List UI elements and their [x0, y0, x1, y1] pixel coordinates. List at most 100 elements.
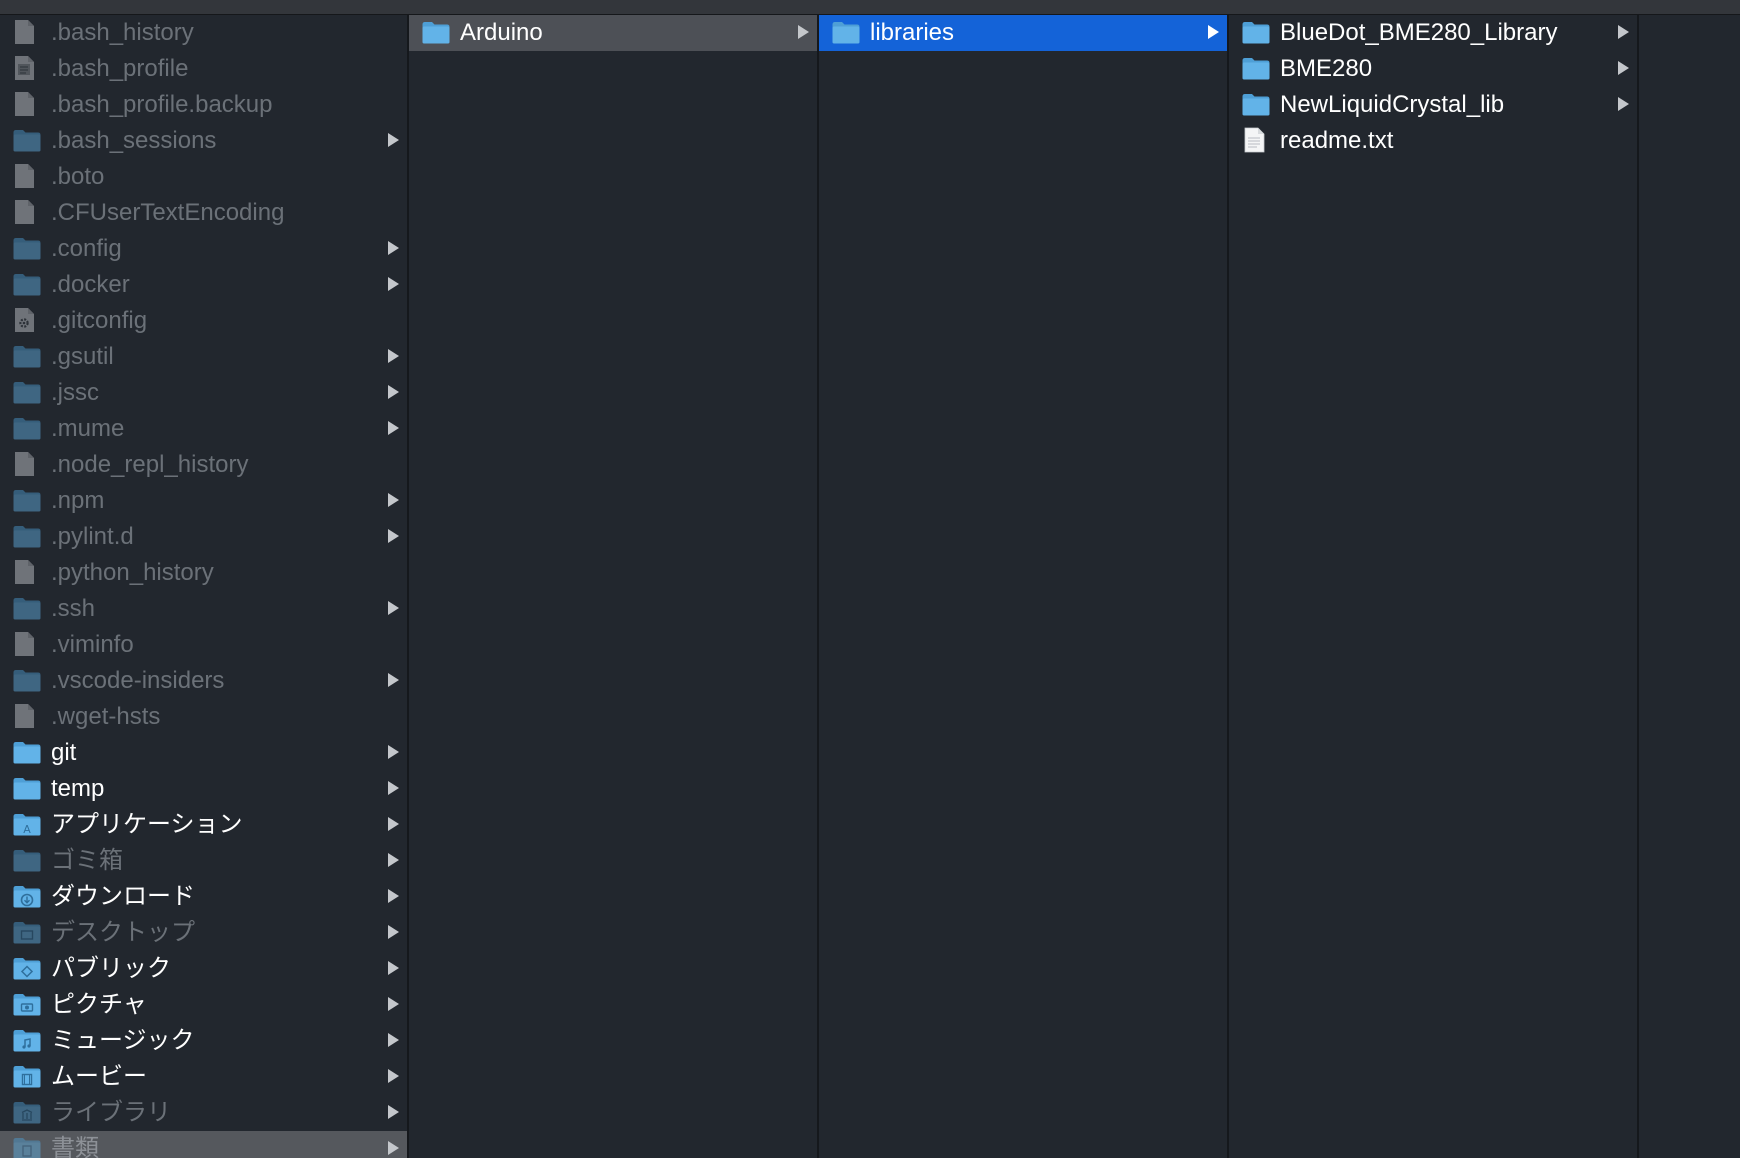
file-row[interactable]: .gitconfig — [0, 303, 407, 339]
folder-row[interactable]: .npm — [0, 483, 407, 519]
folder-row[interactable]: デスクトップ — [0, 915, 407, 951]
disclosure-arrow-icon[interactable] — [388, 997, 399, 1011]
folder-icon — [12, 667, 42, 693]
item-name: .bash_profile.backup — [51, 91, 273, 118]
disclosure-arrow-icon[interactable] — [1208, 25, 1219, 39]
item-name: libraries — [870, 19, 955, 46]
disclosure-arrow-icon[interactable] — [388, 1069, 399, 1083]
item-name: NewLiquidCrystal_lib — [1280, 91, 1505, 118]
disclosure-arrow-icon[interactable] — [388, 1105, 399, 1119]
disclosure-arrow-icon[interactable] — [388, 745, 399, 759]
folder-row[interactable]: git — [0, 735, 407, 771]
item-name: ダウンロード — [51, 883, 195, 910]
item-name: .bash_profile — [51, 55, 189, 82]
folder-row[interactable]: libraries — [819, 15, 1227, 51]
folder-icon — [12, 919, 42, 945]
item-name: ゴミ箱 — [51, 847, 123, 874]
folder-row[interactable]: ムービー — [0, 1059, 407, 1095]
item-name: .CFUserTextEncoding — [51, 199, 285, 226]
item-name: Arduino — [460, 19, 543, 46]
folder-icon — [12, 1099, 42, 1125]
folder-row[interactable]: 書類 — [0, 1131, 407, 1158]
folder-icon — [831, 19, 861, 45]
disclosure-arrow-icon[interactable] — [388, 817, 399, 831]
file-row[interactable]: .node_repl_history — [0, 447, 407, 483]
file-row[interactable]: .python_history — [0, 555, 407, 591]
disclosure-arrow-icon[interactable] — [388, 133, 399, 147]
folder-icon: A — [12, 811, 42, 837]
document-icon — [12, 55, 42, 81]
folder-row[interactable]: .mume — [0, 411, 407, 447]
folder-icon — [12, 1135, 42, 1158]
disclosure-arrow-icon[interactable] — [388, 1033, 399, 1047]
folder-icon — [12, 739, 42, 765]
folder-row[interactable]: BlueDot_BME280_Library — [1229, 15, 1637, 51]
folder-icon — [12, 415, 42, 441]
file-row[interactable]: .viminfo — [0, 627, 407, 663]
disclosure-arrow-icon[interactable] — [388, 889, 399, 903]
disclosure-arrow-icon[interactable] — [1618, 61, 1629, 75]
column-libraries[interactable]: BlueDot_BME280_Library BME280 NewLiquidCry… — [1229, 15, 1637, 1158]
disclosure-arrow-icon[interactable] — [388, 853, 399, 867]
disclosure-arrow-icon[interactable] — [388, 925, 399, 939]
folder-row[interactable]: ミュージック — [0, 1023, 407, 1059]
folder-row[interactable]: BME280 — [1229, 51, 1637, 87]
folder-icon — [421, 19, 451, 45]
document-icon — [12, 451, 42, 477]
folder-row[interactable]: ダウンロード — [0, 879, 407, 915]
disclosure-arrow-icon[interactable] — [388, 961, 399, 975]
file-row[interactable]: readme.txt — [1229, 123, 1637, 159]
item-name: .wget-hsts — [51, 703, 161, 730]
disclosure-arrow-icon[interactable] — [388, 781, 399, 795]
disclosure-arrow-icon[interactable] — [388, 529, 399, 543]
item-name: .bash_sessions — [51, 127, 217, 154]
disclosure-arrow-icon[interactable] — [388, 1141, 399, 1155]
item-name: .node_repl_history — [51, 451, 249, 478]
folder-row[interactable]: .config — [0, 231, 407, 267]
folder-row[interactable]: A アプリケーション — [0, 807, 407, 843]
disclosure-arrow-icon[interactable] — [388, 349, 399, 363]
folder-row[interactable]: .jssc — [0, 375, 407, 411]
folder-row[interactable]: .ssh — [0, 591, 407, 627]
item-name: .npm — [51, 487, 105, 514]
folder-row[interactable]: .pylint.d — [0, 519, 407, 555]
folder-row[interactable]: .gsutil — [0, 339, 407, 375]
disclosure-arrow-icon[interactable] — [388, 673, 399, 687]
folder-icon — [12, 595, 42, 621]
folder-row[interactable]: Arduino — [409, 15, 817, 51]
file-row[interactable]: .bash_profile — [0, 51, 407, 87]
folder-row[interactable]: temp — [0, 771, 407, 807]
column-arduino-parent[interactable]: Arduino — [409, 15, 817, 1158]
file-row[interactable]: .bash_history — [0, 15, 407, 51]
disclosure-arrow-icon[interactable] — [388, 241, 399, 255]
folder-icon — [12, 991, 42, 1017]
item-name: .python_history — [51, 559, 214, 586]
item-name: .pylint.d — [51, 523, 134, 550]
folder-row[interactable]: .bash_sessions — [0, 123, 407, 159]
folder-row[interactable]: ピクチャ — [0, 987, 407, 1023]
disclosure-arrow-icon[interactable] — [388, 385, 399, 399]
disclosure-arrow-icon[interactable] — [388, 421, 399, 435]
disclosure-arrow-icon[interactable] — [388, 493, 399, 507]
folder-row[interactable]: パブリック — [0, 951, 407, 987]
folder-row[interactable]: NewLiquidCrystal_lib — [1229, 87, 1637, 123]
disclosure-arrow-icon[interactable] — [388, 277, 399, 291]
file-row[interactable]: .CFUserTextEncoding — [0, 195, 407, 231]
file-row[interactable]: .bash_profile.backup — [0, 87, 407, 123]
column-arduino[interactable]: libraries — [819, 15, 1227, 1158]
folder-row[interactable]: .vscode-insiders — [0, 663, 407, 699]
file-row[interactable]: .boto — [0, 159, 407, 195]
item-name: ライブラリ — [51, 1099, 171, 1126]
disclosure-arrow-icon[interactable] — [388, 601, 399, 615]
folder-row[interactable]: ゴミ箱 — [0, 843, 407, 879]
file-row[interactable]: .wget-hsts — [0, 699, 407, 735]
disclosure-arrow-icon[interactable] — [798, 25, 809, 39]
folder-icon — [12, 523, 42, 549]
column-home[interactable]: .bash_history .bash_profile .bash_profile.… — [0, 15, 407, 1158]
folder-row[interactable]: ライブラリ — [0, 1095, 407, 1131]
disclosure-arrow-icon[interactable] — [1618, 25, 1629, 39]
document-icon — [12, 163, 42, 189]
disclosure-arrow-icon[interactable] — [1618, 97, 1629, 111]
column-empty[interactable] — [1639, 15, 1740, 1158]
folder-row[interactable]: .docker — [0, 267, 407, 303]
